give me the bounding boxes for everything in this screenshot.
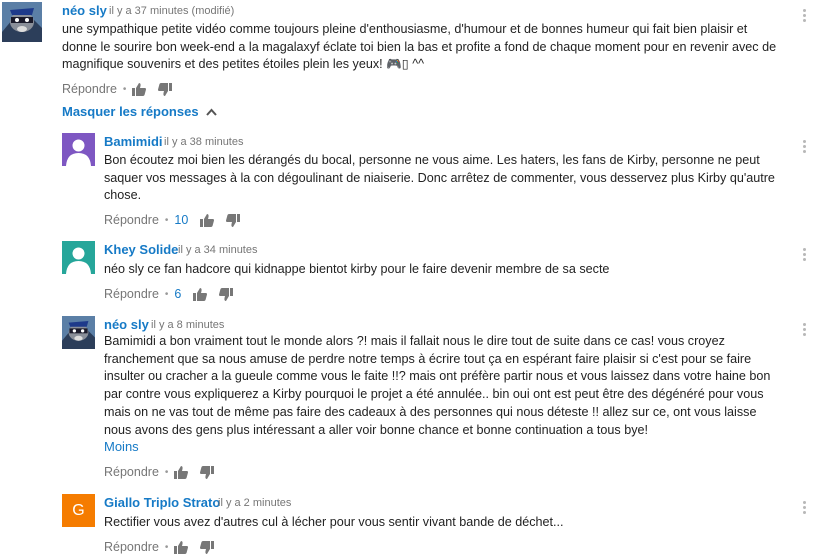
separator-dot: •	[164, 466, 169, 478]
avatar[interactable]	[62, 133, 95, 166]
chevron-up-icon	[206, 108, 217, 116]
separator-dot: •	[122, 83, 127, 95]
comment-line: saquer vos messages à la con dégoulinant…	[104, 170, 775, 185]
comment-author[interactable]: Giallo Triplo Strato	[104, 495, 220, 510]
comment-author[interactable]: néo sly	[104, 317, 149, 332]
default-user-icon	[66, 247, 91, 274]
comment-menu-icon[interactable]	[803, 9, 807, 24]
reply-button[interactable]: Répondre	[104, 465, 159, 479]
comment-menu-icon[interactable]	[803, 140, 807, 155]
comment-author[interactable]: Khey Solide	[104, 242, 178, 257]
comment-line: chose.	[104, 188, 142, 203]
comment-timestamp[interactable]: il y a 2 minutes	[218, 497, 291, 509]
reply-button[interactable]: Répondre	[104, 287, 159, 301]
raccoon-avatar-icon	[2, 2, 42, 42]
thumbs-up-icon[interactable]	[174, 465, 189, 479]
thumbs-down-icon[interactable]	[219, 287, 234, 301]
separator-dot: •	[164, 288, 169, 300]
raccoon-avatar-icon	[62, 316, 95, 349]
comment-line: mais on ne vas tout de même pas faire de…	[104, 404, 757, 419]
comment-line: par contre vous expliquerez a Kirby pour…	[104, 387, 764, 402]
comment-line: franchement que sa nous amuse de perdre …	[104, 351, 752, 366]
comment-menu-icon[interactable]	[803, 248, 807, 263]
comment-text: une sympathique petite vidéo comme toujo…	[62, 21, 776, 74]
avatar-neo-sly[interactable]	[2, 2, 42, 42]
default-user-icon	[66, 139, 91, 166]
comment-timestamp[interactable]: il y a 38 minutes	[164, 136, 243, 148]
show-less-button[interactable]: Moins	[104, 439, 139, 454]
comment-line: une sympathique petite vidéo comme toujo…	[62, 22, 748, 36]
comment-menu-icon[interactable]	[803, 501, 807, 516]
thumbs-down-icon[interactable]	[158, 82, 173, 96]
comment-actions: Répondre • 6	[104, 284, 245, 304]
separator-dot: •	[164, 214, 169, 226]
reply-button[interactable]: Répondre	[62, 82, 117, 96]
comment-text: Bamimidi a bon vraiment tout le monde al…	[104, 333, 770, 439]
comment-author[interactable]: néo sly	[62, 3, 107, 18]
comment-actions: Répondre •	[62, 79, 184, 99]
thumbs-down-icon[interactable]	[200, 465, 215, 479]
thumbs-down-icon[interactable]	[200, 540, 215, 554]
comment-line: Bon écoutez moi bien les dérangés du boc…	[104, 153, 760, 167]
comment-timestamp[interactable]: il y a 8 minutes	[151, 319, 224, 331]
comment-line: Bamimidi a bon vraiment tout le monde al…	[104, 334, 725, 348]
like-count: 10	[174, 213, 189, 227]
comment-line: donne le sourire bon week-end a la magal…	[62, 39, 777, 54]
comment-line: néo sly ce fan hadcore qui kidnappe bien…	[104, 262, 610, 276]
comment-timestamp[interactable]: il y a 34 minutes	[178, 244, 257, 256]
comment-text: Bon écoutez moi bien les dérangés du boc…	[104, 152, 775, 205]
avatar-letter: G	[72, 501, 85, 519]
reply-button[interactable]: Répondre	[104, 213, 159, 227]
thumbs-up-icon[interactable]	[174, 540, 189, 554]
thumbs-up-icon[interactable]	[132, 82, 147, 96]
separator-dot: •	[164, 541, 169, 553]
comment-line: Rectifier vous avez d'autres cul à léche…	[104, 515, 564, 529]
thumbs-down-icon[interactable]	[226, 213, 241, 227]
comment-timestamp[interactable]: il y a 37 minutes (modifié)	[109, 5, 234, 17]
thumbs-up-icon[interactable]	[193, 287, 208, 301]
hide-replies-button[interactable]: Masquer les réponses	[62, 104, 217, 119]
comment-text: néo sly ce fan hadcore qui kidnappe bien…	[104, 261, 609, 279]
comment-line: insulter ou cracher a la gueule comme vo…	[104, 369, 771, 384]
avatar[interactable]	[62, 241, 95, 274]
comment-actions: Répondre •	[104, 462, 226, 482]
avatar-neo-sly[interactable]	[62, 316, 95, 349]
comment-line: magnifique souvenirs et des petites étoi…	[62, 57, 425, 72]
hide-replies-label: Masquer les réponses	[62, 104, 199, 119]
comment-line: nous avons des gens plus intéressant a a…	[104, 422, 648, 437]
comment-actions: Répondre • 10	[104, 210, 252, 230]
comment-actions: Répondre •	[104, 537, 226, 557]
reply-button[interactable]: Répondre	[104, 540, 159, 554]
thumbs-up-icon[interactable]	[200, 213, 215, 227]
like-count: 6	[174, 287, 182, 301]
comment-menu-icon[interactable]	[803, 323, 807, 338]
avatar[interactable]: G	[62, 494, 95, 527]
comment-text: Rectifier vous avez d'autres cul à léche…	[104, 514, 564, 532]
comment-author[interactable]: Bamimidi	[104, 134, 163, 149]
